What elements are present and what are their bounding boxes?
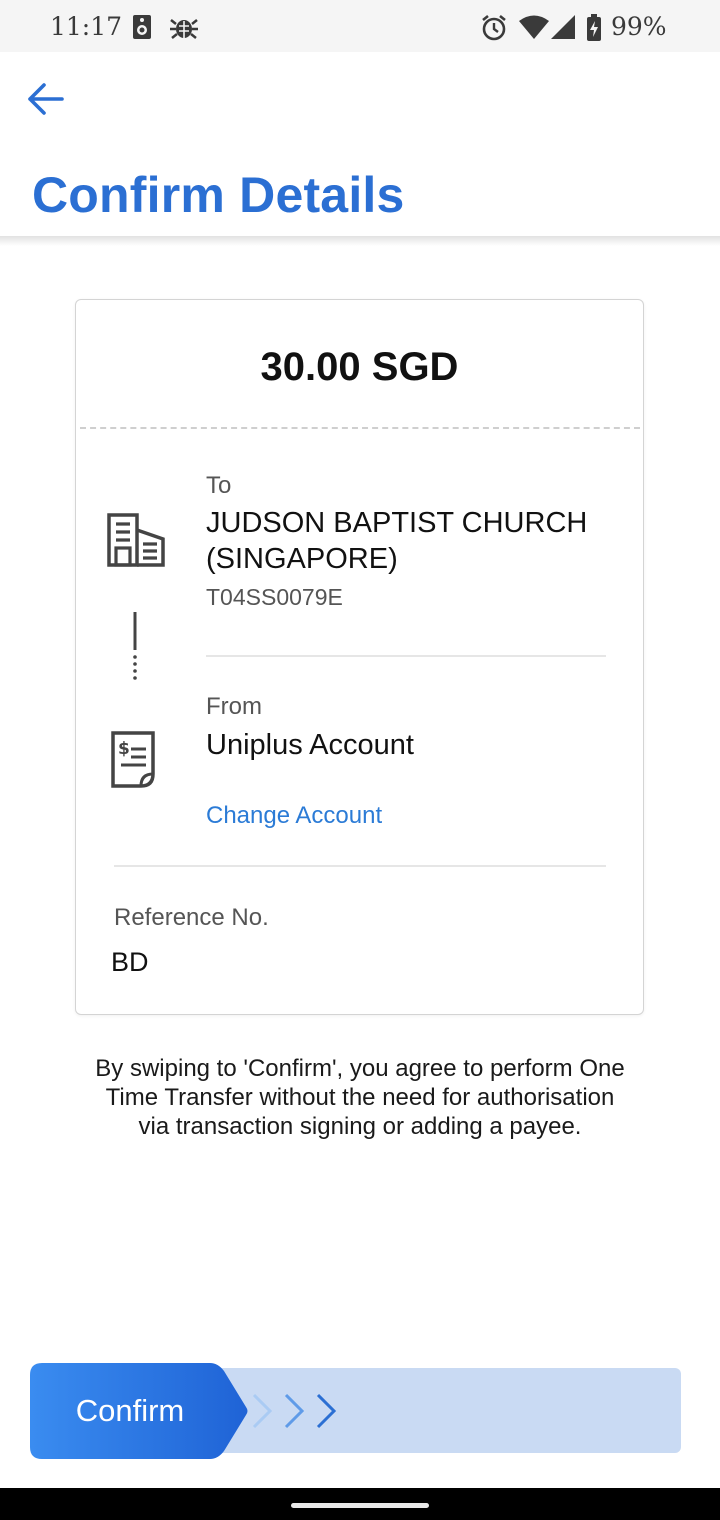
building-icon [106, 512, 166, 573]
dashed-divider [80, 427, 640, 429]
signal-icon [550, 14, 576, 45]
speaker-icon [132, 14, 152, 45]
bug-icon [170, 14, 198, 45]
status-time: 11:17 [50, 12, 123, 41]
status-bar: 11:17 99% [0, 0, 720, 52]
arrow-left-icon [28, 83, 64, 115]
account-statement-icon: $ [110, 730, 158, 795]
divider [206, 655, 606, 657]
change-account-link[interactable]: Change Account [206, 802, 382, 830]
alarm-icon [480, 14, 508, 47]
wifi-icon [518, 14, 550, 45]
reference-label: Reference No. [114, 904, 269, 931]
divider [114, 865, 606, 867]
battery-charging-icon [586, 14, 602, 47]
back-button[interactable] [22, 76, 68, 122]
battery-percentage: 99% [611, 12, 667, 41]
from-label: From [206, 693, 262, 720]
confirmation-disclaimer: By swiping to 'Confirm', you agree to pe… [95, 1055, 625, 1140]
page-title: Confirm Details [32, 167, 405, 223]
svg-text:$: $ [118, 739, 130, 759]
home-indicator[interactable] [291, 1503, 429, 1508]
payee-name: JUDSON BAPTIST CHURCH (SINGAPORE) [206, 507, 588, 575]
header-divider [0, 236, 720, 246]
payee-id: T04SS0079E [206, 584, 343, 610]
reference-value: BD [111, 947, 149, 977]
transfer-details-card: 30.00 SGD $ To JUDSON BAPTIST CHURCH (SI… [75, 299, 644, 1015]
chevrons-right-icon [250, 1391, 340, 1436]
from-account-name: Uniplus Account [206, 729, 414, 761]
swipe-confirm-handle[interactable] [30, 1363, 250, 1464]
to-label: To [206, 472, 232, 499]
transfer-amount: 30.00 SGD [260, 345, 459, 389]
flow-connector [133, 612, 137, 680]
